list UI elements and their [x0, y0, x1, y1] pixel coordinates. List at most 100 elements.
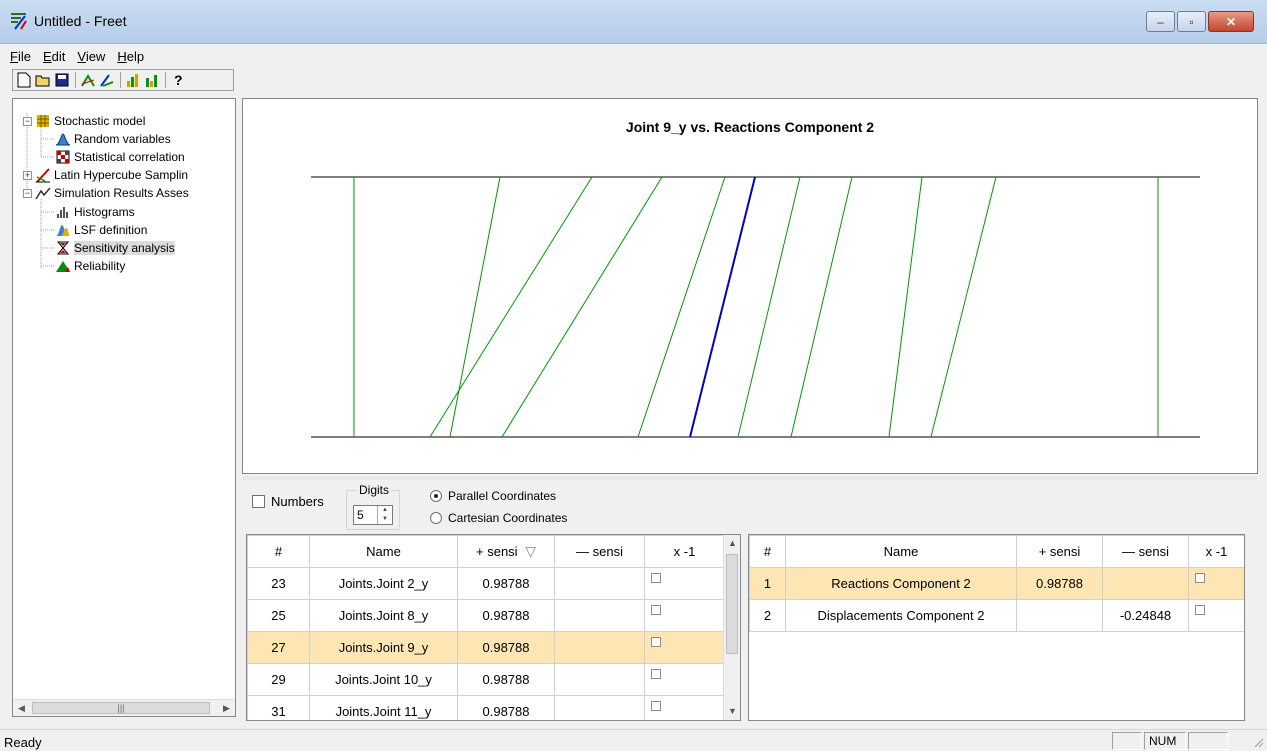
- bar-chart-alt-icon[interactable]: [143, 71, 161, 89]
- new-file-icon[interactable]: [15, 71, 33, 89]
- scroll-down-icon[interactable]: ▼: [724, 703, 740, 720]
- menu-help[interactable]: Help: [117, 49, 144, 64]
- sample-line: [790, 176, 853, 438]
- column-header-minus-sensi[interactable]: — sensi: [554, 535, 645, 568]
- collapse-toggle-icon[interactable]: −: [23, 117, 32, 126]
- column-header-plus-sensi[interactable]: + sensi ▽: [457, 535, 555, 568]
- tree-item-random-variables[interactable]: Random variables: [55, 130, 171, 148]
- sample-line: [930, 176, 997, 438]
- menu-bar: File Edit View Help: [0, 45, 1267, 67]
- column-header-invert[interactable]: x -1: [644, 535, 725, 568]
- project-tree: − Stochastic model Random variables Stat…: [13, 99, 235, 698]
- cartesian-radio[interactable]: [430, 512, 442, 524]
- column-header-name[interactable]: Name: [785, 535, 1017, 568]
- numbers-label: Numbers: [271, 494, 324, 509]
- table-row[interactable]: 2 Displacements Component 2 -0.24848: [749, 599, 1244, 632]
- column-header-invert[interactable]: x -1: [1188, 535, 1244, 568]
- invert-checkbox[interactable]: [651, 701, 661, 711]
- num-lock-indicator: NUM: [1144, 732, 1186, 750]
- sample-line: [449, 176, 501, 438]
- menu-file[interactable]: File: [10, 49, 31, 64]
- results-icon: [35, 185, 51, 201]
- menu-edit[interactable]: Edit: [43, 49, 65, 64]
- scroll-thumb[interactable]: [726, 554, 738, 654]
- column-header-name[interactable]: Name: [309, 535, 458, 568]
- histogram-icon: [55, 204, 71, 220]
- table-row-selected[interactable]: 1 Reactions Component 2 0.98788: [749, 567, 1244, 600]
- table-row[interactable]: 23 Joints.Joint 2_y 0.98788: [247, 567, 725, 600]
- window-title: Untitled - Freet: [34, 13, 127, 29]
- parallel-coordinates-plot: [311, 176, 1200, 438]
- table-header-row: # Name + sensi — sensi x -1: [749, 535, 1244, 568]
- tree-item-reliability[interactable]: Reliability: [55, 257, 125, 275]
- tree-item-lsf-definition[interactable]: LSF definition: [55, 221, 147, 239]
- title-bar: Untitled - Freet – ▫ ✕: [0, 0, 1267, 44]
- status-bar: Ready NUM: [0, 729, 1267, 751]
- status-text: Ready: [4, 735, 42, 750]
- bar-chart-icon[interactable]: [124, 71, 142, 89]
- table-header-row: # Name + sensi ▽ — sensi x -1: [247, 535, 725, 568]
- save-icon[interactable]: [53, 71, 71, 89]
- close-button[interactable]: ✕: [1208, 11, 1254, 32]
- numbers-checkbox-group[interactable]: Numbers: [252, 494, 324, 509]
- tree-item-sensitivity-analysis[interactable]: Sensitivity analysis: [55, 239, 175, 257]
- scroll-thumb[interactable]: |||: [32, 702, 210, 714]
- cartesian-coordinates-option[interactable]: Cartesian Coordinates: [430, 511, 567, 525]
- sample-line: [737, 176, 801, 438]
- tree-item-statistical-correlation[interactable]: Statistical correlation: [55, 148, 185, 166]
- reliability-icon: [55, 258, 71, 274]
- distribution-icon: [55, 131, 71, 147]
- invert-checkbox[interactable]: [651, 637, 661, 647]
- scroll-right-icon[interactable]: ▶: [218, 700, 235, 717]
- cartesian-label: Cartesian Coordinates: [448, 511, 568, 525]
- table-row[interactable]: 29 Joints.Joint 10_y 0.98788: [247, 663, 725, 696]
- spin-up-icon[interactable]: ▲: [378, 506, 392, 515]
- chart-alt-icon[interactable]: [98, 71, 116, 89]
- column-header-number[interactable]: #: [247, 535, 310, 568]
- invert-checkbox[interactable]: [651, 573, 661, 583]
- table-row[interactable]: 31 Joints.Joint 11_y 0.98788: [247, 695, 725, 720]
- lsf-icon: [55, 222, 71, 238]
- menu-view[interactable]: View: [77, 49, 105, 64]
- expand-toggle-icon[interactable]: +: [23, 171, 32, 180]
- scroll-left-icon[interactable]: ◀: [13, 700, 30, 717]
- tree-item-histograms[interactable]: Histograms: [55, 203, 135, 221]
- digits-spinner[interactable]: 5 ▲ ▼: [353, 505, 393, 525]
- table-row[interactable]: 25 Joints.Joint 8_y 0.98788: [247, 599, 725, 632]
- invert-checkbox[interactable]: [651, 669, 661, 679]
- column-header-number[interactable]: #: [749, 535, 786, 568]
- tree-item-stochastic-model[interactable]: Stochastic model: [35, 112, 145, 130]
- tree-item-simulation-results[interactable]: Simulation Results Asses: [35, 184, 189, 202]
- table-row-selected[interactable]: 27 Joints.Joint 9_y 0.98788: [247, 631, 725, 664]
- parallel-radio[interactable]: [430, 490, 442, 502]
- invert-checkbox[interactable]: [1195, 605, 1205, 615]
- numbers-checkbox[interactable]: [252, 495, 265, 508]
- resize-grip-icon[interactable]: [1252, 736, 1264, 748]
- tree-item-latin-hypercube[interactable]: Latin Hypercube Samplin: [35, 166, 188, 184]
- digits-label: Digits: [357, 483, 392, 497]
- collapse-toggle-icon[interactable]: −: [23, 189, 32, 198]
- plot-panel: Joint 9_y vs. Reactions Component 2: [242, 98, 1258, 474]
- invert-checkbox[interactable]: [651, 605, 661, 615]
- responses-grid: # Name + sensi — sensi x -1 1 Reactions …: [749, 535, 1244, 632]
- responses-table: # Name + sensi — sensi x -1 1 Reactions …: [748, 534, 1245, 721]
- maximize-button[interactable]: ▫: [1177, 11, 1206, 32]
- chart-icon[interactable]: [79, 71, 97, 89]
- column-header-plus-sensi[interactable]: + sensi: [1016, 535, 1103, 568]
- highlighted-sample-line: [689, 176, 756, 438]
- open-folder-icon[interactable]: [34, 71, 52, 89]
- help-icon[interactable]: ?: [169, 71, 187, 89]
- invert-checkbox[interactable]: [1195, 573, 1205, 583]
- toolbar: ?: [12, 69, 234, 91]
- parallel-coordinates-option[interactable]: Parallel Coordinates: [430, 489, 556, 503]
- correlation-matrix-icon: [55, 149, 71, 165]
- tree-horizontal-scrollbar[interactable]: ◀ ||| ▶: [13, 699, 235, 716]
- sort-descending-icon[interactable]: ▽: [525, 543, 536, 559]
- column-header-minus-sensi[interactable]: — sensi: [1102, 535, 1189, 568]
- table-vertical-scrollbar[interactable]: ▲ ▼: [723, 535, 740, 720]
- spin-down-icon[interactable]: ▼: [378, 515, 392, 524]
- digits-value: 5: [357, 508, 364, 522]
- scroll-up-icon[interactable]: ▲: [724, 535, 740, 552]
- hourglass-icon: [55, 240, 71, 256]
- minimize-button[interactable]: –: [1146, 11, 1175, 32]
